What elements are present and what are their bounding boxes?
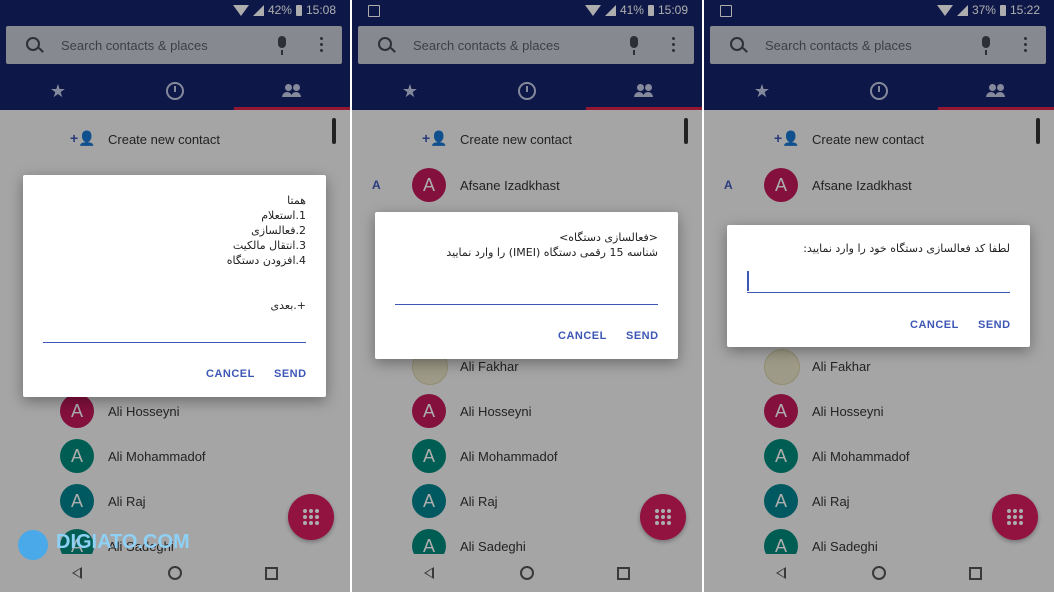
digiato-logo-icon (18, 530, 48, 560)
watermark: DIGIATO.COM (56, 531, 190, 553)
text-cursor (747, 271, 749, 291)
response-input[interactable] (747, 292, 1010, 293)
phone-screen-2: 41% 15:09 Search contacts & places ★ +👤 … (352, 0, 702, 592)
response-input[interactable] (43, 342, 306, 343)
dialog-message: همتا 1.استعلام 2.فعالسازی 3.انتقال مالکی… (226, 194, 306, 312)
dialog-message: لطفا کد فعالسازی دستگاه خود را وارد نمای… (803, 242, 1010, 255)
dialog-message: <فعالسازی دستگاه> شناسه 15 رقمی دستگاه (… (446, 231, 658, 259)
send-button[interactable]: SEND (978, 319, 1011, 331)
phone-screen-1: 42% 15:08 Search contacts & places ★ +👤 … (0, 0, 350, 592)
ussd-dialog: لطفا کد فعالسازی دستگاه خود را وارد نمای… (727, 225, 1030, 347)
cancel-button[interactable]: CANCEL (206, 368, 255, 380)
send-button[interactable]: SEND (626, 330, 659, 342)
send-button[interactable]: SEND (274, 368, 307, 380)
response-input[interactable] (395, 304, 658, 305)
phone-screen-3: 37% 15:22 Search contacts & places ★ +👤 … (704, 0, 1054, 592)
ussd-dialog: همتا 1.استعلام 2.فعالسازی 3.انتقال مالکی… (23, 175, 326, 397)
ussd-dialog: <فعالسازی دستگاه> شناسه 15 رقمی دستگاه (… (375, 212, 678, 359)
cancel-button[interactable]: CANCEL (558, 330, 607, 342)
cancel-button[interactable]: CANCEL (910, 319, 959, 331)
